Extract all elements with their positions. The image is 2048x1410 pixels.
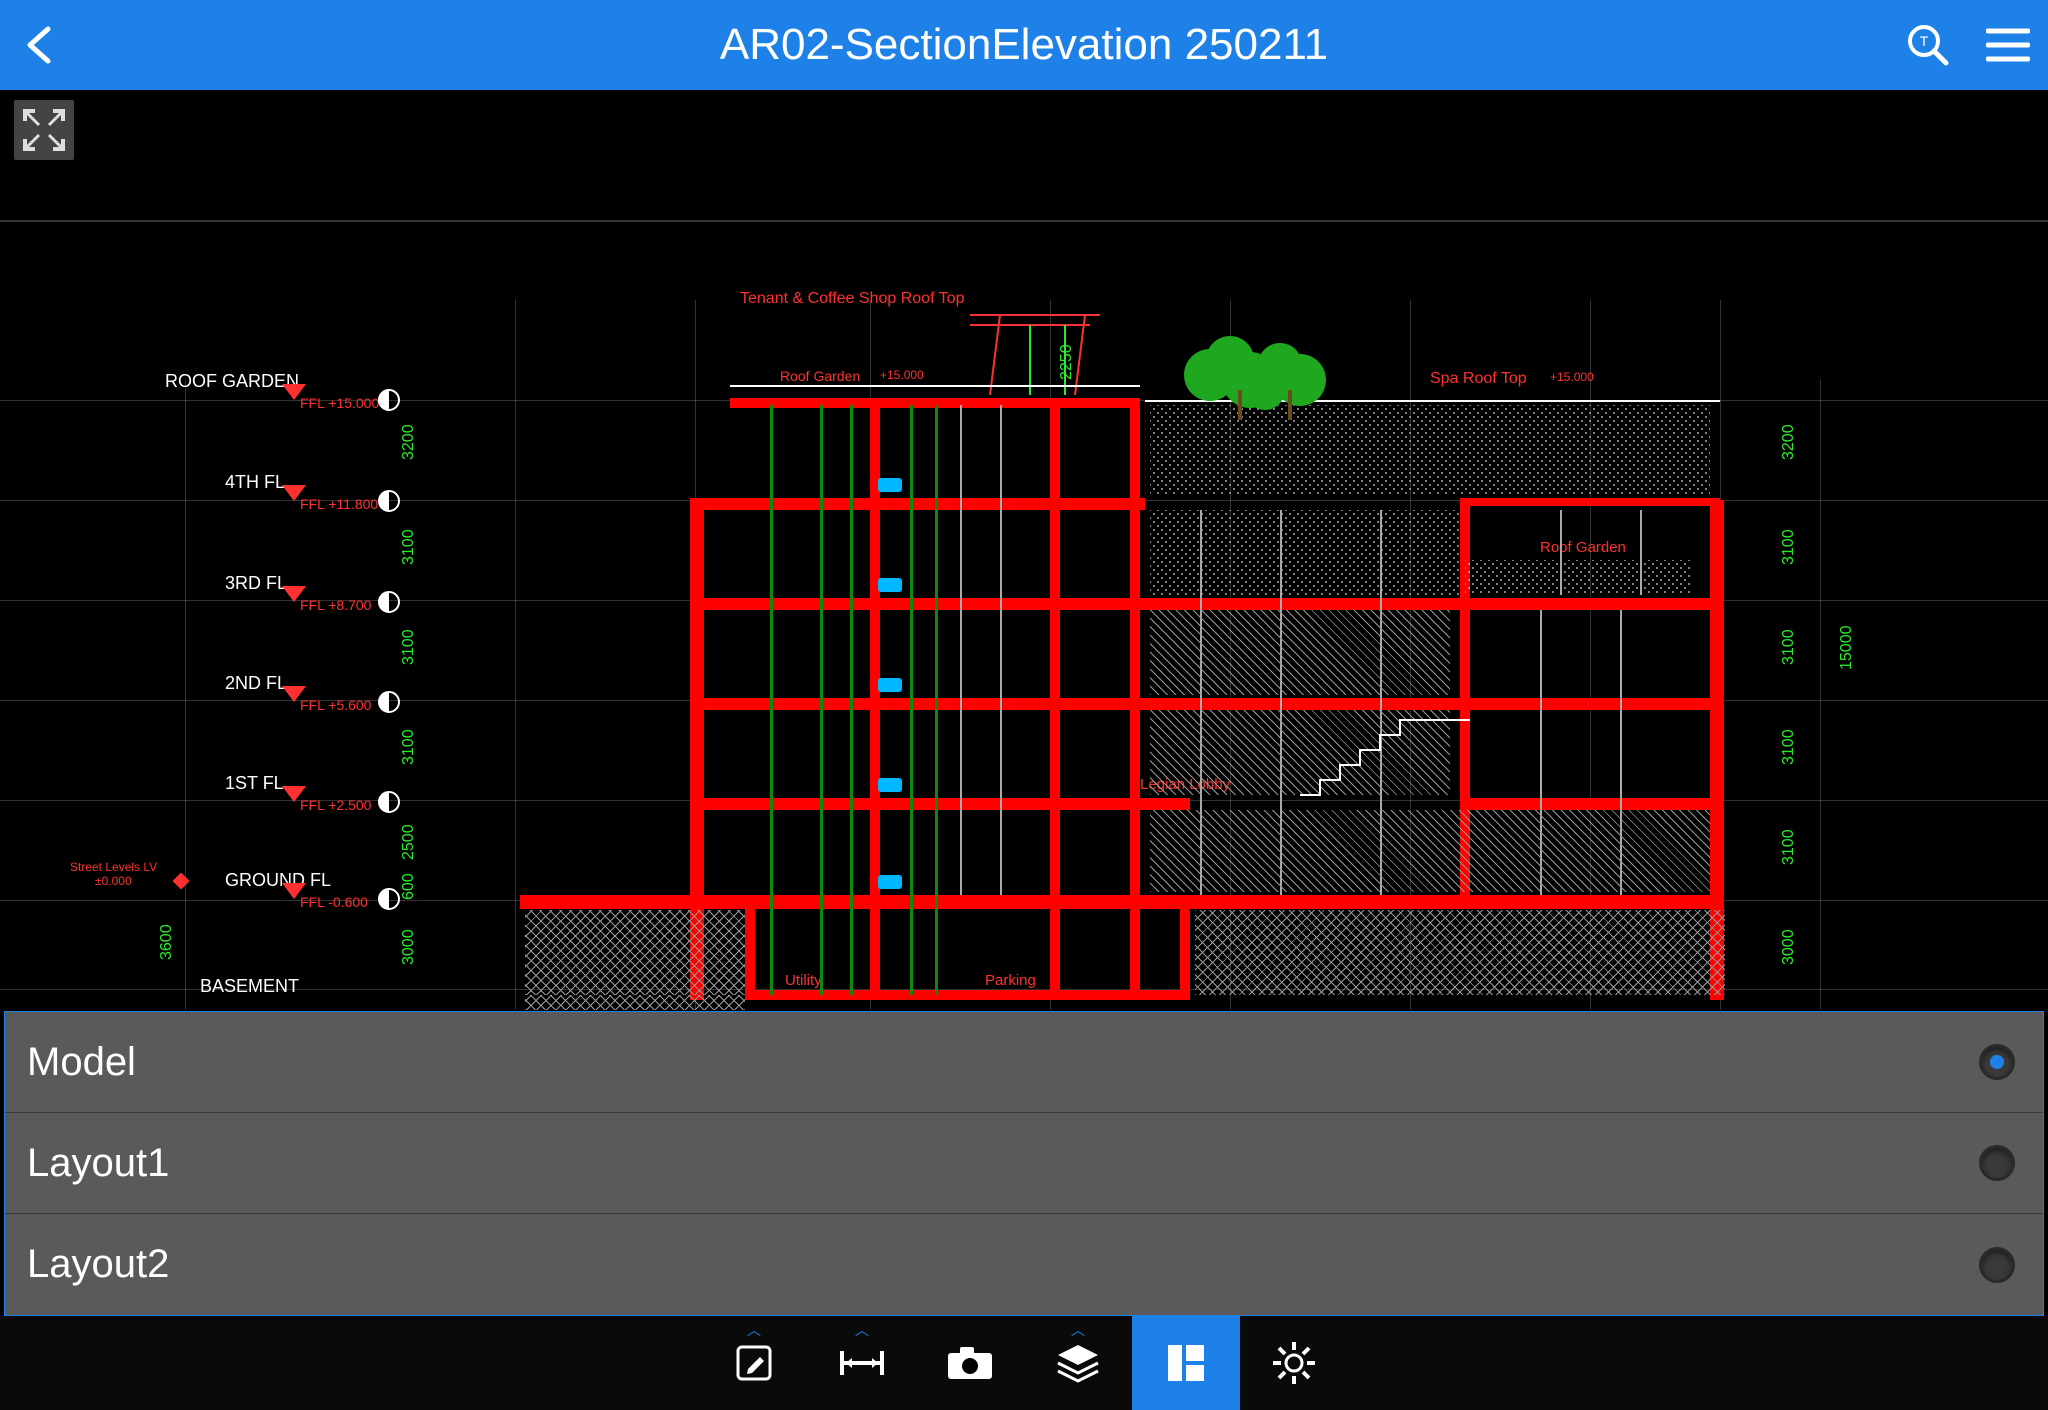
layouts-tool-button[interactable] [1132, 1316, 1240, 1410]
drawing-canvas[interactable]: ROOF GARDEN FFL +15.000 4TH FL FFL +11.8… [0, 220, 2048, 1010]
measure-icon [836, 1341, 888, 1385]
chevron-up-icon: ︿ [1071, 1320, 1085, 1340]
fixture-icon [878, 875, 902, 889]
radio-icon [1979, 1247, 2015, 1283]
measure-tool-button[interactable]: ︿ [808, 1316, 916, 1410]
fullscreen-button[interactable] [14, 100, 74, 160]
radio-icon [1979, 1044, 2015, 1080]
chevron-up-icon: ︿ [747, 1320, 761, 1340]
chevron-left-icon [20, 25, 60, 65]
edit-icon [732, 1341, 776, 1385]
radio-icon [1979, 1145, 2015, 1181]
expand-icon [23, 109, 65, 151]
svg-text:T: T [1920, 33, 1929, 49]
back-button[interactable] [10, 15, 70, 75]
magnifier-icon: T [1906, 23, 1950, 67]
layers-tool-button[interactable]: ︿ [1024, 1316, 1132, 1410]
zoom-extents-button[interactable]: T [1898, 15, 1958, 75]
layout-option-label: Layout2 [27, 1242, 169, 1287]
stair-icon [1300, 710, 1470, 800]
layers-icon [1054, 1341, 1102, 1385]
camera-icon [944, 1341, 996, 1385]
gear-icon [1271, 1340, 1317, 1386]
menu-button[interactable] [1978, 15, 2038, 75]
bottom-toolbar: ︿ ︿ ︿ [0, 1316, 2048, 1410]
building-structure [0, 220, 2048, 1010]
camera-tool-button[interactable] [916, 1316, 1024, 1410]
app-header: AR02-SectionElevation 250211 T [0, 0, 2048, 90]
fixture-icon [878, 778, 902, 792]
settings-tool-button[interactable] [1240, 1316, 1348, 1410]
tree-icon [1170, 330, 1350, 420]
layout-option-label: Model [27, 1040, 136, 1085]
fixture-icon [878, 678, 902, 692]
layout-option-model[interactable]: Model [5, 1012, 2043, 1113]
hamburger-icon [1986, 25, 2030, 65]
layout-option-label: Layout1 [27, 1141, 169, 1186]
fixture-icon [878, 578, 902, 592]
layout-option-layout2[interactable]: Layout2 [5, 1214, 2043, 1315]
fixture-icon [878, 478, 902, 492]
layout-option-layout1[interactable]: Layout1 [5, 1113, 2043, 1214]
layout-panel: Model Layout1 Layout2 [4, 1011, 2044, 1316]
edit-tool-button[interactable]: ︿ [700, 1316, 808, 1410]
document-title: AR02-SectionElevation 250211 [720, 20, 1328, 70]
chevron-up-icon: ︿ [855, 1320, 869, 1340]
layouts-icon [1164, 1341, 1208, 1385]
